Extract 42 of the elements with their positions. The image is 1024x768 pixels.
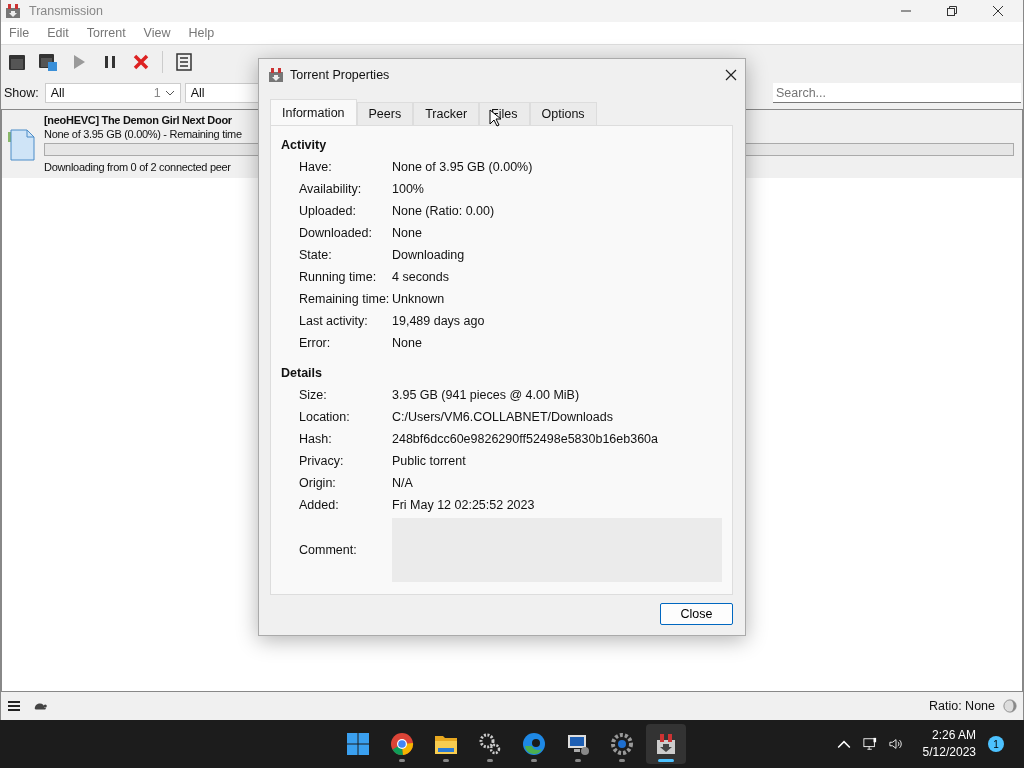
- torrent-name: [neoHEVC] The Demon Girl Next Door: [44, 114, 232, 126]
- field-label: Remaining time:: [299, 292, 391, 306]
- section-heading: Activity: [281, 137, 328, 154]
- field-value: Downloading: [392, 248, 465, 262]
- torrent-status: Downloading from 0 of 2 connected peer: [44, 161, 231, 173]
- field-value: Fri May 12 02:25:52 2023: [392, 498, 535, 512]
- field-value: None: [392, 336, 422, 350]
- field-label: Uploaded:: [299, 204, 357, 218]
- field-label: State:: [299, 248, 333, 262]
- field-label: Availability:: [299, 182, 363, 196]
- field-label: Location:: [299, 410, 351, 424]
- ratio-label: Ratio: None: [929, 699, 995, 713]
- filter-label: Show:: [4, 86, 39, 100]
- field-value: 4 seconds: [392, 270, 449, 284]
- field-value: N/A: [392, 476, 413, 490]
- field-value: 3.95 GB (941 pieces @ 4.00 MiB): [392, 388, 580, 402]
- field-value: 19,489 days ago: [392, 314, 485, 328]
- field-label: Added:: [299, 498, 340, 512]
- field-label: Origin:: [299, 476, 337, 490]
- field-label: Size:: [299, 388, 328, 402]
- torrent-progress-text: None of 3.95 GB (0.00%) - Remaining time: [44, 128, 242, 140]
- field-value: 248bf6dcc60e9826290ff52498e5830b16eb360a: [392, 432, 658, 446]
- dialog-title: Torrent Properties: [290, 68, 390, 82]
- field-value: None (Ratio: 0.00): [392, 204, 495, 218]
- field-label: Running time:: [299, 270, 378, 284]
- field-label: Downloaded:: [299, 226, 373, 240]
- window-title: Transmission: [29, 4, 103, 18]
- field-value: None of 3.95 GB (0.00%): [392, 160, 533, 174]
- field-value: None: [392, 226, 422, 240]
- clock-time: 2:26 AM: [931, 727, 976, 744]
- field-label: Privacy:: [299, 454, 345, 468]
- field-label: Hash:: [299, 432, 333, 446]
- field-value: Unknown: [392, 292, 445, 306]
- field-value: Public torrent: [392, 454, 466, 468]
- field-value: 100%: [392, 182, 424, 196]
- field-label: Have:: [299, 160, 333, 174]
- field-value: C:/Users/VM6.COLLABNET/Downloads: [392, 410, 613, 424]
- field-label: Error:: [299, 336, 332, 350]
- field-label: Comment:: [299, 543, 358, 557]
- clock-date: 5/12/2023: [922, 744, 976, 761]
- field-label: Last activity:: [299, 314, 369, 328]
- section-heading: Details: [281, 365, 323, 382]
